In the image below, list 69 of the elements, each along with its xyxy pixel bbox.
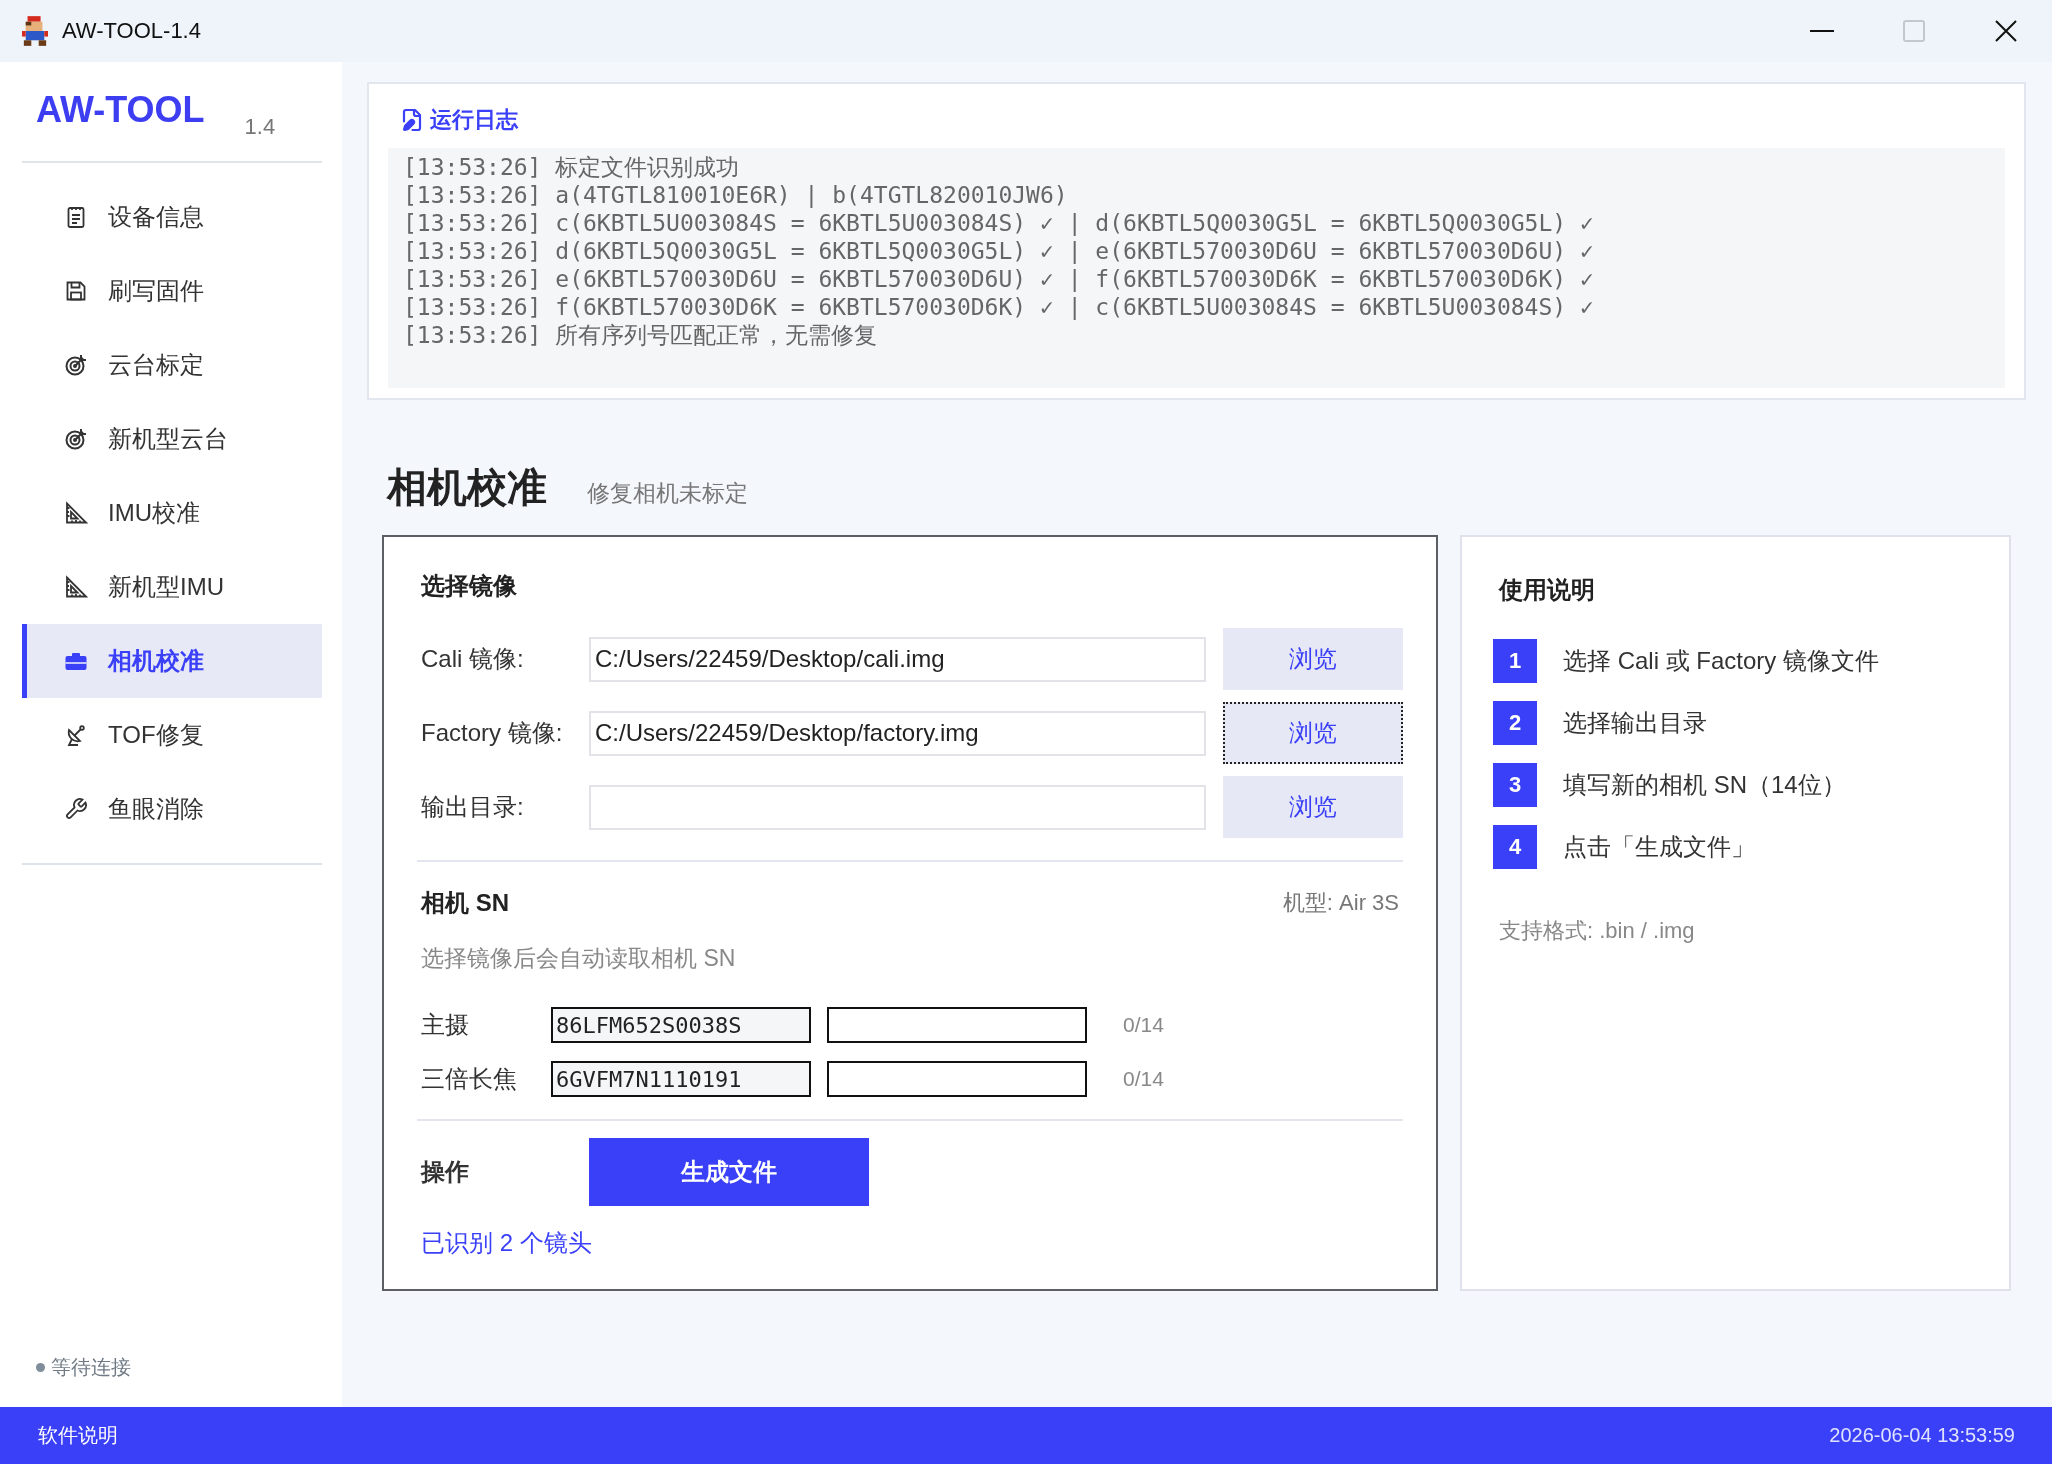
version-label: 1.4 [244,114,276,140]
nav-item[interactable]: 新机型IMU [22,550,322,624]
connection-status: 等待连接 [51,1355,131,1380]
log-title: 运行日志 [430,106,518,134]
log-line: [13:53:26] e(6KBTL570030D6U = 6KBTL570030D6U) ✓ | f(6KBTL570030D6K = 6KBTL570030D6K) ✓ [403,265,1595,293]
field-label: 三倍长焦 [421,1064,518,1094]
step-text: 选择输出目录 [1563,708,1707,738]
sn-input-field[interactable] [827,1007,1087,1043]
path-field[interactable]: C:/Users/22459/Desktop/factory.img [589,710,1207,756]
path-field[interactable] [589,784,1207,830]
help-link[interactable]: 软件说明 [38,1422,118,1449]
char-count: 0/14 [1123,1067,1164,1091]
window-title: AW-TOOL-1.4 [62,18,201,44]
log-line: [13:53:26] a(4TGTL810010E6R) | b(4TGTL820010JW6) [403,181,1069,209]
log-line: [13:53:26] 所有序列号匹配正常，无需修复 [403,321,879,349]
nav-item[interactable]: IMU校准 [22,476,322,550]
sn-field[interactable]: 6GVFM7N1110191 [551,1061,811,1097]
nav-item[interactable]: 云台标定 [22,328,322,402]
char-count: 0/14 [1123,1013,1164,1037]
sn-input-field[interactable] [827,1061,1087,1097]
nav-item[interactable]: 相机校准 [22,624,322,698]
field-label: Factory 镜像: [421,718,564,748]
triangle-ruler-icon [64,575,88,599]
step-text: 点击「生成文件」 [1563,832,1755,862]
result-text: 已识别 2 个镜头 [421,1228,593,1258]
app-icon [22,16,48,46]
model-label: 机型: Air 3S [1282,889,1399,917]
log-line: [13:53:26] d(6KBTL5Q0030G5L = 6KBTL5Q0030G5L) ✓ | e(6KBTL570030D6U = 6KBTL570030D6U) ✓ [403,237,1595,265]
log-line: [13:53:26] f(6KBTL570030D6K = 6KBTL570030D6K) ✓ | c(6KBTL5U003084S = 6KBTL5U003084S) ✓ [403,293,1595,321]
step-number: 3 [1493,763,1537,807]
app-logo: AW-TOOL [36,88,205,132]
section-title: 选择镜像 [421,571,518,601]
date-time: 2026-06-04 13:53:59 [1829,1424,2015,1447]
edit-icon [400,108,424,132]
nav-item[interactable]: 刷写固件 [22,254,322,328]
wrench-icon [64,797,88,821]
triangle-ruler-icon [64,501,88,525]
sn-field[interactable]: 86LFM652S0038S [551,1007,811,1043]
step-number: 4 [1493,825,1537,869]
step-number: 2 [1493,701,1537,745]
page-subtitle: 修复相机未标定 [587,479,748,508]
section-title: 操作 [421,1157,470,1187]
field-label: 主摄 [421,1010,470,1040]
step-text: 填写新的相机 SN（14位） [1563,770,1846,800]
close-icon [1995,20,2017,42]
log-line: [13:53:26] 标定文件识别成功 [403,153,741,181]
browse-button[interactable]: 浏览 [1223,702,1403,764]
path-field[interactable]: C:/Users/22459/Desktop/cali.img [589,636,1207,682]
nav-item[interactable]: TOF修复 [22,698,322,772]
nav-item[interactable]: 鱼眼消除 [22,772,322,846]
maximize-icon [1903,20,1925,42]
target-icon [64,427,88,451]
section-title: 使用说明 [1499,575,1596,605]
note-text: 支持格式: .bin / .img [1499,917,1696,945]
log-line: [13:53:26] c(6KBTL5U003084S = 6KBTL5U003084S) ✓ | d(6KBTL5Q0030G5L = 6KBTL5Q0030G5L) ✓ [403,209,1595,237]
step-text: 选择 Cali 或 Factory 镜像文件 [1563,646,1880,676]
page-title: 相机校准 [387,464,547,511]
hint-text: 选择镜像后会自动读取相机 SN [421,944,737,973]
field-label: Cali 镜像: [421,644,525,674]
step-number: 1 [1493,639,1537,683]
generate-button[interactable]: 生成文件 [589,1138,869,1206]
browse-button[interactable]: 浏览 [1223,776,1403,838]
section-title: 相机 SN [421,888,509,918]
field-label: 输出目录: [421,792,525,822]
target-icon [64,353,88,377]
nav-item[interactable]: 设备信息 [22,180,322,254]
browse-button[interactable]: 浏览 [1223,628,1403,690]
nav-item[interactable]: 新机型云台 [22,402,322,476]
minimize-icon [1810,30,1834,32]
